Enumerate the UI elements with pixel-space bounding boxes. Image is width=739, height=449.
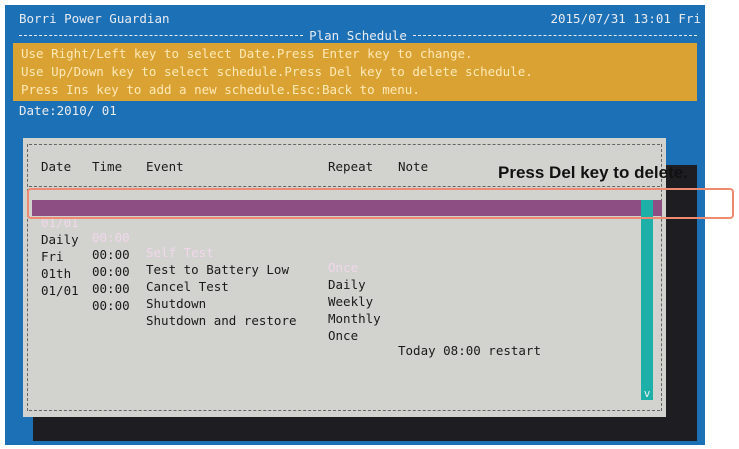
column-header-note: Note [398,159,429,174]
column-header-time: Time [92,159,123,174]
screen-title-bar: Plan Schedule [19,27,697,43]
datetime-display: 2015/07/31 13:01 Fri [550,11,701,26]
panel-border-bottom [29,410,660,411]
column-header-event: Event [146,159,184,174]
help-line: Use Right/Left key to select Date.Press … [21,46,473,61]
column-header-repeat: Repeat [328,159,374,174]
cell-time: 00:00 [92,230,130,245]
cell-note: Today 08:00 restart [398,343,541,358]
cell-event: Shutdown [146,296,207,311]
help-box: Use Right/Left key to select Date.Press … [13,43,697,101]
cell-event: Cancel Test [146,279,229,294]
scroll-down-arrow-icon[interactable]: v [641,387,653,400]
header-divider [29,186,660,187]
cell-time: 00:00 [92,247,130,262]
column-header-date: Date [41,159,72,174]
cell-date: 01/01 [41,283,79,298]
help-line: Press Ins key to add a new schedule.Esc:… [21,82,420,97]
screen-title: Plan Schedule [309,27,407,43]
date-selector[interactable]: Date:2010/ 01 [19,103,117,118]
cell-event: Shutdown and restore [146,313,297,328]
scrollbar[interactable] [641,200,653,400]
callout-highlight-box [27,188,734,219]
cell-repeat: Daily [328,277,366,292]
cell-time: 00:00 [92,298,130,313]
terminal-screen: Borri Power Guardian 2015/07/31 13:01 Fr… [5,5,705,445]
cell-event: Test to Battery Low [146,262,289,277]
cell-time: 00:00 [92,264,130,279]
table-row[interactable]: 01/01 00:00 Shutdown and restore Once To… [41,268,541,373]
title-divider-left [19,34,304,36]
panel-border-top [29,144,660,145]
app-title: Borri Power Guardian [19,11,170,26]
cell-repeat: Weekly [328,294,374,309]
panel-border-left [27,144,28,411]
cell-repeat: Monthly [328,311,381,326]
callout-text: Press Del key to delete. [498,163,688,182]
cell-repeat: Once [328,328,359,343]
help-line: Use Up/Down key to select schedule.Press… [21,64,533,79]
panel-border-right [661,144,662,411]
cell-time: 00:00 [92,281,130,296]
title-divider-right [412,34,697,36]
cell-event: Self Test [146,245,214,260]
cell-repeat: Once [328,260,359,275]
